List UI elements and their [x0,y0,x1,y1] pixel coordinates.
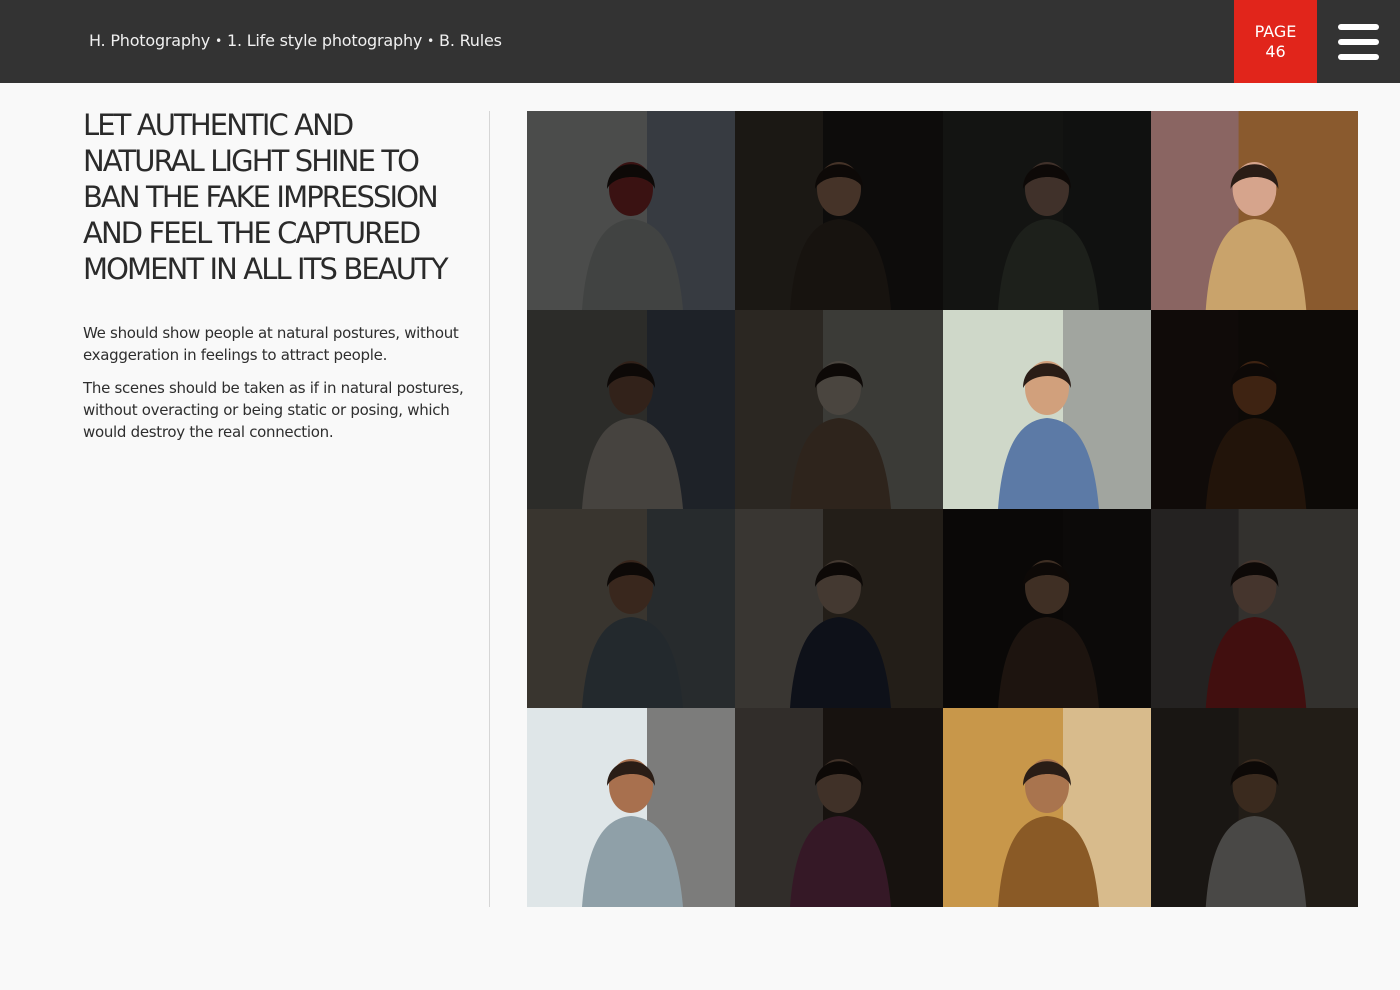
page-number: 46 [1265,41,1286,61]
photo-image [943,708,1151,907]
photo-dim-overlay [943,509,1151,708]
gallery-photo[interactable] [1151,708,1358,907]
menu-line [1338,24,1379,30]
photo-dim-overlay [527,509,735,708]
photo-image [943,310,1151,509]
gallery-photo[interactable] [943,708,1151,907]
gallery-photo[interactable] [1151,509,1358,708]
page-number-badge[interactable]: PAGE 46 [1234,0,1317,83]
breadcrumb-separator: • [215,34,222,48]
photo-dim-overlay [735,509,943,708]
photo-dim-overlay [943,111,1151,310]
gallery-photo[interactable] [735,509,943,708]
photo-image [527,708,735,907]
menu-line [1338,54,1379,60]
photo-dim-overlay [735,708,943,907]
gallery-photo[interactable] [527,509,735,708]
gallery-photo[interactable] [943,310,1151,509]
breadcrumb-subsection[interactable]: 1. Life style photography [227,31,422,50]
photo-dim-overlay [527,111,735,310]
menu-line [1338,39,1379,45]
page-headline: LET AUTHENTIC AND NATURAL LIGHT SHINE TO… [83,108,449,286]
gallery-photo[interactable] [1151,310,1358,509]
breadcrumb-page: B. Rules [439,31,502,50]
photo-dim-overlay [735,310,943,509]
photo-dim-overlay [1151,509,1358,708]
breadcrumb: H. Photography • 1. Life style photography… [89,31,502,50]
breadcrumb-section[interactable]: H. Photography [89,31,210,50]
hamburger-menu-icon[interactable] [1338,24,1379,60]
gallery-photo[interactable] [943,111,1151,310]
rule-paragraph-1: We should show people at natural posture… [83,324,459,364]
gallery-photo[interactable] [735,708,943,907]
photo-dim-overlay [735,111,943,310]
gallery-photo[interactable] [735,111,943,310]
photo-image [1151,111,1358,310]
gallery-photo[interactable] [527,708,735,907]
gallery-photo[interactable] [735,310,943,509]
gallery-photo[interactable] [1151,111,1358,310]
breadcrumb-separator: • [427,34,435,48]
top-bar: H. Photography • 1. Life style photography… [0,0,1400,83]
gallery-photo[interactable] [527,111,735,310]
page-label: PAGE [1254,21,1297,41]
photo-dim-overlay [1151,310,1358,509]
column-divider [489,111,490,907]
rule-paragraph-2: The scenes should be taken as if in natu… [83,379,464,441]
photo-dim-overlay [527,310,735,509]
photo-dim-overlay [1151,708,1358,907]
photo-gallery-grid [527,111,1358,907]
gallery-photo[interactable] [943,509,1151,708]
gallery-photo[interactable] [527,310,735,509]
